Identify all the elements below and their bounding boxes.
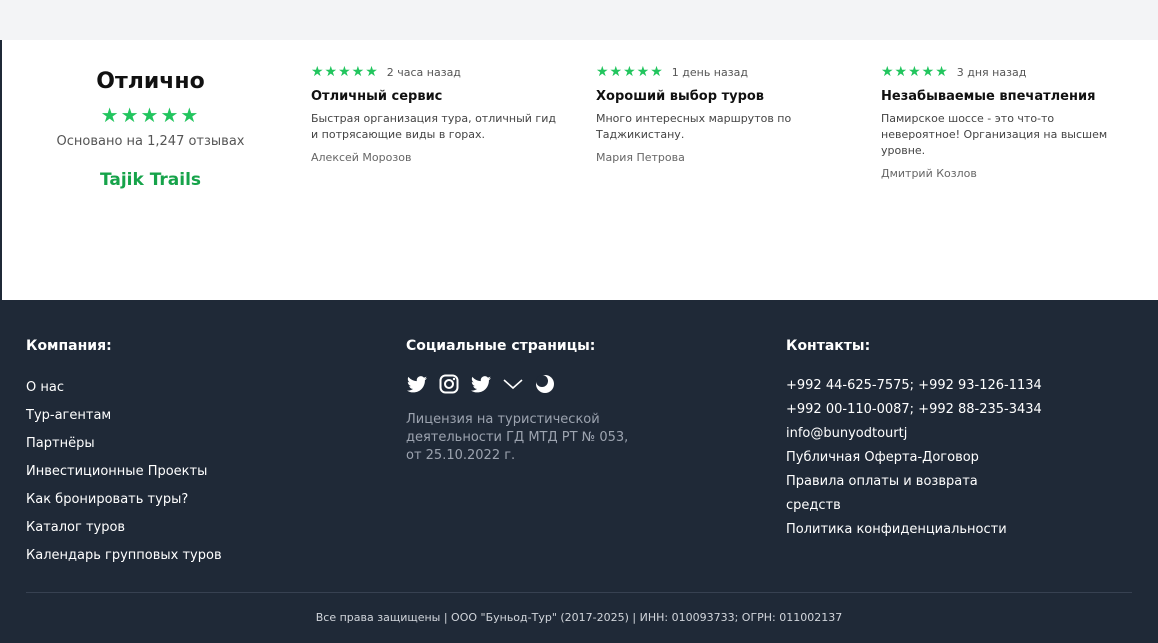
social-icons [406, 373, 646, 395]
twitter-icon[interactable] [470, 373, 492, 395]
contacts-list: +992 44-625-7575; +992 93-126-1134 +992 … [786, 374, 1042, 542]
license-text: Лицензия на туристической деятельности Г… [406, 412, 629, 463]
footer-link-about[interactable]: О нас [26, 374, 222, 402]
review-time: 2 часа назад [386, 65, 461, 79]
review-title: Отличный сервис [311, 89, 443, 104]
phone-line-1[interactable]: +992 44-625-7575; +992 93-126-1134 [786, 374, 1042, 398]
rating-summary: Отлично ★★★★★ Основано на 1,247 отзывах … [48, 66, 253, 191]
review-author: Дмитрий Козлов [881, 167, 977, 180]
review-time: 1 день назад [671, 65, 748, 79]
footer-link-catalog[interactable]: Каталог туров [26, 514, 222, 542]
footer-divider [26, 592, 1132, 593]
offer-link[interactable]: Публичная Оферта-Договор [786, 446, 986, 470]
rating-stars: ★★★★★ [100, 103, 201, 127]
footer-link-how-to-book[interactable]: Как бронировать туры? [26, 486, 222, 514]
company-links: О нас Тур-агентам Партнёры Инвестиционны… [26, 374, 222, 570]
social-heading: Социальные страницы: [406, 338, 596, 354]
review-text: Много интересных маршрутов по Таджикиста… [596, 112, 792, 141]
footer-link-agents[interactable]: Тур-агентам [26, 402, 222, 430]
payment-rules-link[interactable]: Правила оплаты и возврата средств [786, 470, 986, 518]
review-text: Быстрая организация тура, отличный гид и… [311, 112, 556, 141]
review-author: Мария Петрова [596, 151, 685, 164]
contacts-column: Контакты: +992 44-625-7575; +992 93-126-… [786, 337, 1042, 542]
review-author: Алексей Морозов [311, 151, 412, 164]
twitter-icon[interactable] [406, 373, 428, 395]
review-card: ★★★★★ 2 часа назад Отличный сервис Быстр… [311, 63, 561, 165]
rating-title: Отлично [96, 69, 205, 94]
review-card: ★★★★★ 3 дня назад Незабываемые впечатлен… [881, 63, 1131, 181]
review-card: ★★★★★ 1 день назад Хороший выбор туров М… [596, 63, 846, 165]
brand-link[interactable]: Tajik Trails [48, 169, 253, 191]
site-footer: Компания: О нас Тур-агентам Партнёры Инв… [0, 300, 1158, 643]
instagram-icon[interactable] [438, 373, 460, 395]
company-heading: Компания: [26, 338, 112, 354]
review-stars: ★★★★★ [596, 64, 664, 80]
social-column: Социальные страницы: Лицензия на туристи… [406, 337, 646, 465]
copyright-text: Все права защищены | ООО "Буньод-Тур" (2… [315, 611, 843, 624]
review-stars: ★★★★★ [881, 64, 949, 80]
review-text: Памирское шоссе - это что-то невероятное… [881, 112, 1108, 157]
footer-link-investments[interactable]: Инвестиционные Проекты [26, 458, 222, 486]
company-column: Компания: О нас Тур-агентам Партнёры Инв… [26, 337, 222, 570]
footer-link-calendar[interactable]: Календарь групповых туров [26, 542, 222, 570]
top-band [0, 0, 1158, 40]
review-title: Незабываемые впечатления [881, 89, 1096, 104]
review-title: Хороший выбор туров [596, 89, 765, 104]
moon-icon[interactable] [534, 373, 556, 395]
phone-line-2[interactable]: +992 00-110-0087; +992 88-235-3434 [786, 398, 1042, 422]
privacy-link[interactable]: Политика конфиденциальности [786, 518, 1007, 542]
review-stars: ★★★★★ [311, 64, 379, 80]
email-link[interactable]: info@bunyodtourtj [786, 422, 986, 446]
footer-link-partners[interactable]: Партнёры [26, 430, 222, 458]
vk-icon[interactable] [502, 373, 524, 395]
review-time: 3 дня назад [956, 65, 1027, 79]
rating-count: Основано на 1,247 отзывах [56, 134, 245, 149]
contacts-heading: Контакты: [786, 338, 871, 354]
